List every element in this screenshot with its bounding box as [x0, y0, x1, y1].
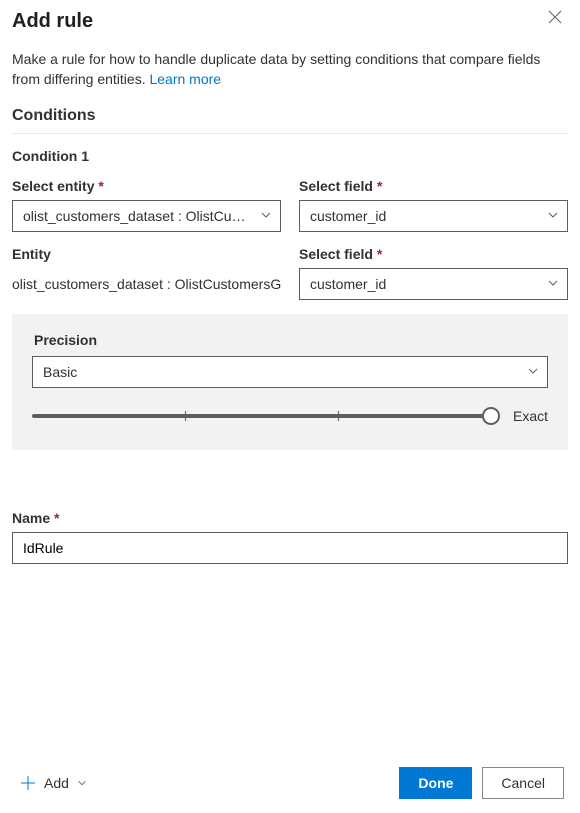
panel-title: Add rule [12, 10, 548, 33]
name-input[interactable] [12, 532, 568, 564]
add-rule-panel: Add rule Make a rule for how to handle d… [0, 0, 580, 813]
done-button[interactable]: Done [399, 767, 472, 799]
chevron-down-icon [77, 775, 87, 791]
slider-tick [338, 411, 339, 421]
slider-thumb[interactable] [482, 407, 500, 425]
precision-value: Basic [43, 364, 517, 380]
select-entity-value: olist_customers_dataset : OlistCusto... [23, 208, 250, 224]
name-label: Name * [12, 510, 568, 526]
select-field-group-2: Select field * customer_id [299, 246, 568, 300]
conditions-heading: Conditions [12, 107, 568, 134]
entity-static-value: olist_customers_dataset : OlistCustomers… [12, 268, 281, 300]
cancel-button[interactable]: Cancel [482, 767, 564, 799]
select-field-dropdown-2[interactable]: customer_id [299, 268, 568, 300]
condition-row-1: Select entity * olist_customers_dataset … [12, 178, 568, 232]
plus-icon [20, 775, 36, 791]
precision-block: Precision Basic Exact [12, 314, 568, 450]
panel-footer: Add Done Cancel [0, 753, 580, 813]
panel-description: Make a rule for how to handle duplicate … [12, 49, 568, 89]
close-button[interactable] [548, 10, 568, 30]
chevron-down-icon [547, 276, 559, 292]
panel-header: Add rule [12, 10, 568, 33]
precision-slider-wrap: Exact [32, 406, 548, 426]
slider-track [32, 414, 491, 418]
condition-1-label: Condition 1 [12, 148, 568, 164]
chevron-down-icon [547, 208, 559, 224]
select-entity-dropdown[interactable]: olist_customers_dataset : OlistCusto... [12, 200, 281, 232]
condition-row-2: Entity olist_customers_dataset : OlistCu… [12, 246, 568, 300]
precision-slider[interactable] [32, 406, 491, 426]
select-field-value-2: customer_id [310, 276, 537, 292]
select-field-group-1: Select field * customer_id [299, 178, 568, 232]
learn-more-link[interactable]: Learn more [149, 71, 221, 87]
select-entity-group: Select entity * olist_customers_dataset … [12, 178, 281, 232]
description-text: Make a rule for how to handle duplicate … [12, 51, 540, 87]
select-field-label-1: Select field * [299, 178, 568, 194]
slider-tick [185, 411, 186, 421]
precision-dropdown[interactable]: Basic [32, 356, 548, 388]
close-icon [548, 10, 562, 24]
entity-static-group: Entity olist_customers_dataset : OlistCu… [12, 246, 281, 300]
select-field-dropdown-1[interactable]: customer_id [299, 200, 568, 232]
select-field-label-2: Select field * [299, 246, 568, 262]
name-group: Name * [12, 510, 568, 564]
entity-static-label: Entity [12, 246, 281, 262]
chevron-down-icon [527, 364, 539, 380]
add-button[interactable]: Add [16, 769, 91, 797]
precision-label: Precision [32, 332, 548, 348]
precision-exact-label: Exact [513, 408, 548, 424]
select-entity-label: Select entity * [12, 178, 281, 194]
chevron-down-icon [260, 208, 272, 224]
add-button-label: Add [44, 775, 69, 791]
select-field-value-1: customer_id [310, 208, 537, 224]
